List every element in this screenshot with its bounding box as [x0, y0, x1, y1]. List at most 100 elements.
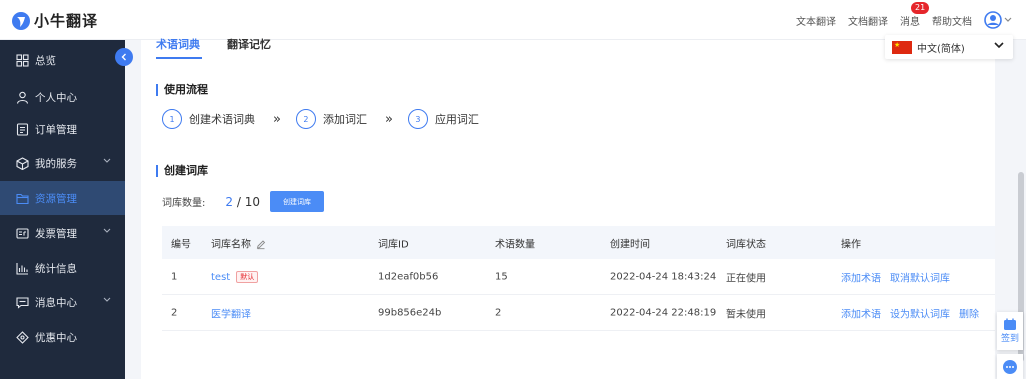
library-name-link[interactable]: test: [211, 272, 230, 283]
cancel-default-link[interactable]: 取消默认词库: [890, 269, 950, 284]
table-header: 编号 词库名称 词库ID 术语数量 创建时间 词库状态 操作: [162, 226, 995, 259]
col-header-name: 词库名称: [211, 235, 266, 250]
user-icon: [15, 90, 29, 104]
double-chevron-right-icon: »: [384, 111, 393, 127]
default-tag: 默认: [236, 270, 259, 283]
sidebar-item-label: 我的服务: [35, 157, 77, 170]
workflow-steps: 1 创建术语词典 » 2 添加词汇 » 3 应用词汇: [162, 109, 479, 129]
add-term-link[interactable]: 添加术语: [841, 305, 881, 320]
sidebar-item-label: 资源管理: [35, 192, 77, 205]
chevron-left-icon: [121, 53, 126, 61]
sidebar-item-orders[interactable]: 订单管理: [0, 112, 125, 146]
sidebar-item-label: 统计信息: [35, 262, 77, 275]
sidebar-item-overview[interactable]: 总览: [0, 43, 125, 77]
nav-messages-label: 消息: [900, 16, 920, 28]
sidebar-item-messages[interactable]: 消息中心: [0, 285, 125, 319]
tab-terminology[interactable]: 术语词典: [156, 39, 200, 50]
delete-link[interactable]: 删除: [959, 305, 979, 320]
active-tab-indicator: [156, 57, 202, 59]
checkin-label: 签到: [1000, 334, 1019, 344]
step-number: 1: [162, 109, 182, 129]
sidebar-item-services[interactable]: 我的服务: [0, 146, 125, 180]
message-count-badge: 21: [911, 1, 930, 14]
row-number: 2: [171, 307, 178, 318]
create-library-button[interactable]: 创建词库: [269, 191, 324, 212]
top-nav: 文本翻译 文档翻译 消息 21 帮助文档: [796, 0, 1012, 40]
nav-help-docs[interactable]: 帮助文档: [932, 13, 972, 28]
row-name: 医学翻译: [211, 305, 251, 320]
grid-icon: [15, 53, 29, 67]
language-select[interactable]: 中文(简体): [885, 35, 1013, 59]
message-icon: [15, 295, 29, 309]
col-header-number: 编号: [171, 239, 191, 250]
library-table: 编号 词库名称 词库ID 术语数量 创建时间 词库状态 操作 1 test 默认 …: [162, 226, 995, 331]
double-chevron-right-icon: »: [273, 111, 281, 127]
library-count-current: 2: [225, 194, 234, 209]
user-menu[interactable]: [984, 11, 1012, 29]
set-default-link[interactable]: 设为默认词库: [890, 305, 950, 320]
folder-icon: [15, 191, 29, 205]
library-title: 创建词库: [156, 165, 208, 177]
nav-doc-translate[interactable]: 文档翻译: [848, 13, 888, 28]
row-terms: 2: [495, 307, 502, 318]
row-created: 2022-04-24 18:43:24: [610, 271, 717, 282]
col-header-created: 创建时间: [610, 239, 650, 250]
sidebar-item-profile[interactable]: 个人中心: [0, 80, 125, 114]
library-name-link[interactable]: 医学翻译: [211, 309, 251, 320]
row-name: test 默认: [211, 270, 259, 283]
workflow-step: 2 添加词汇: [295, 109, 367, 129]
sidebar-item-statistics[interactable]: 统计信息: [0, 251, 125, 285]
sidebar-item-label: 总览: [35, 54, 56, 67]
row-status: 暂未使用: [726, 309, 766, 320]
workflow-step: 1 创建术语词典: [162, 109, 255, 129]
edit-pencil-icon: [257, 239, 266, 249]
col-header-status: 词库状态: [726, 239, 766, 250]
sidebar-item-invoices[interactable]: 发票管理: [0, 216, 125, 250]
chevron-down-icon: [103, 228, 111, 233]
nav-messages[interactable]: 消息 21: [900, 1, 930, 28]
table-row: 1 test 默认 1d2eaf0b56 15 2022-04-24 18:43:…: [162, 259, 995, 295]
sidebar-item-label: 个人中心: [35, 91, 77, 104]
library-count-total: / 10: [236, 194, 260, 209]
chevron-down-icon: [103, 158, 111, 163]
language-selected: 中文(简体): [917, 43, 965, 55]
sidebar-item-label: 发票管理: [35, 227, 77, 240]
nav-text-translate[interactable]: 文本翻译: [796, 13, 836, 28]
col-header-id: 词库ID: [378, 239, 409, 250]
brand-logo-icon: [12, 11, 30, 30]
chat-bubble-icon: [1003, 359, 1017, 374]
row-actions: 添加术语 设为默认词库 删除: [841, 305, 979, 320]
row-status: 正在使用: [726, 273, 766, 284]
step-number: 2: [295, 109, 316, 129]
tab-translation-memory[interactable]: 翻译记忆: [227, 39, 271, 50]
user-avatar-icon: [984, 11, 1002, 29]
row-created: 2022-04-24 22:48:19: [610, 307, 717, 318]
col-header-actions: 操作: [841, 239, 861, 250]
top-bar: 小牛翻译 文本翻译 文档翻译 消息 21 帮助文档: [0, 0, 1026, 40]
china-flag-icon: [892, 40, 912, 54]
chevron-down-icon: [1004, 17, 1012, 22]
chevron-down-icon: [103, 297, 111, 302]
logo[interactable]: 小牛翻译: [12, 10, 98, 31]
sidebar-item-coupons[interactable]: 优惠中心: [0, 320, 125, 354]
checkin-widget[interactable]: 签到: [997, 312, 1023, 350]
sidebar-item-resources[interactable]: 资源管理: [0, 181, 125, 215]
sidebar-item-label: 消息中心: [35, 296, 77, 309]
row-terms: 15: [495, 271, 508, 282]
workflow-step: 3 应用词汇: [407, 109, 479, 129]
tab-bar: 术语词典 翻译记忆: [141, 39, 995, 60]
row-id: 1d2eaf0b56: [378, 271, 439, 282]
step-number: 3: [407, 109, 428, 129]
col-header-name-label: 词库名称: [211, 239, 251, 250]
sidebar-item-label: 优惠中心: [35, 331, 77, 344]
sidebar-collapse-button[interactable]: [115, 48, 133, 66]
invoice-icon: [15, 226, 29, 240]
chart-icon: [15, 261, 29, 275]
chat-widget[interactable]: [997, 354, 1023, 379]
library-count-row: 词库数量: 2 / 10 创建词库: [162, 191, 324, 212]
brand-name: 小牛翻译: [34, 12, 99, 30]
row-number: 1: [171, 271, 178, 282]
add-term-link[interactable]: 添加术语: [841, 269, 881, 284]
step-label: 添加词汇: [322, 113, 367, 126]
coupon-icon: [15, 330, 29, 344]
